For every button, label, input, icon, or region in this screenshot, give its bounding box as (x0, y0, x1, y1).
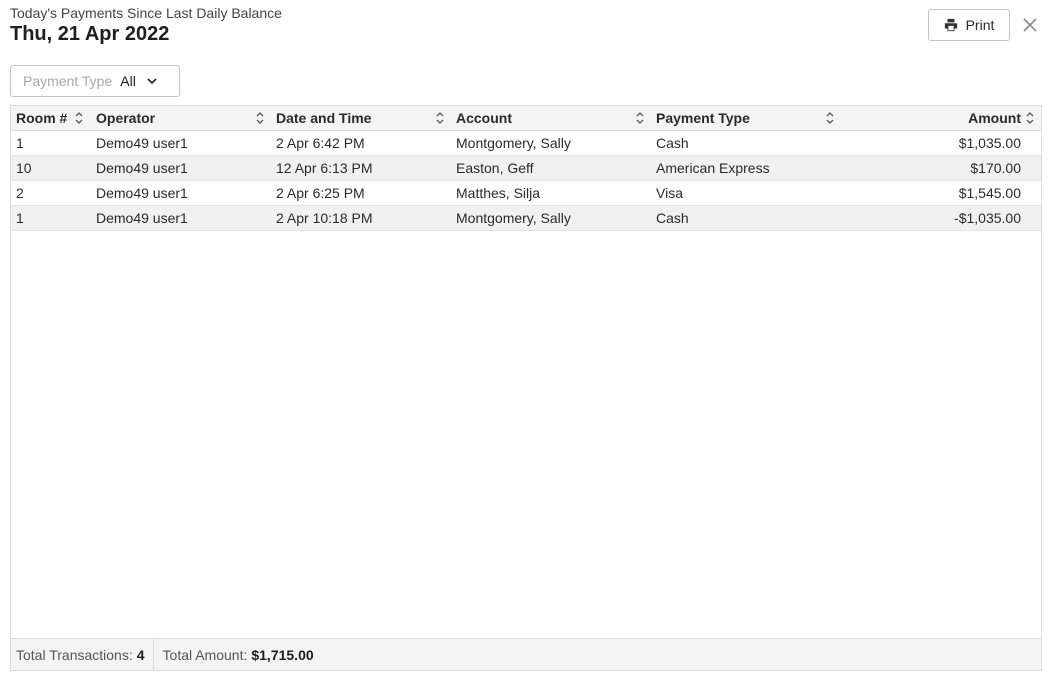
column-header-room[interactable]: Room # (11, 106, 91, 130)
cell-operator: Demo49 user1 (96, 135, 188, 151)
payment-type-filter[interactable]: Payment Type All (10, 65, 180, 97)
cell-room: 1 (16, 135, 24, 151)
payments-table: Room # Operator Date and Time Account Pa… (10, 105, 1042, 671)
cell-amount: $1,545.00 (958, 185, 1021, 201)
sort-icon (1026, 112, 1034, 124)
sort-icon (636, 112, 644, 124)
cell-operator: Demo49 user1 (96, 160, 188, 176)
cell-payment-type: Cash (656, 210, 689, 226)
cell-operator: Demo49 user1 (96, 210, 188, 226)
filter-label: Payment Type (23, 73, 113, 89)
column-header-payment-type[interactable]: Payment Type (651, 106, 841, 130)
cell-room: 2 (16, 185, 24, 201)
table-header: Room # Operator Date and Time Account Pa… (11, 106, 1041, 131)
total-transactions: Total Transactions: 4 (11, 639, 153, 670)
column-label: Account (456, 110, 512, 126)
column-label: Date and Time (276, 110, 372, 126)
total-transactions-label: Total Transactions: (16, 646, 133, 663)
column-label: Operator (96, 110, 156, 126)
print-label: Print (965, 17, 995, 33)
cell-room: 1 (16, 210, 24, 226)
cell-amount: $1,035.00 (958, 135, 1021, 151)
total-amount: Total Amount: $1,715.00 (152, 639, 322, 670)
sort-icon (256, 112, 264, 124)
table-footer: Total Transactions: 4 Total Amount: $1,7… (11, 638, 1041, 670)
chevron-down-icon (147, 78, 157, 85)
cell-account: Montgomery, Sally (456, 135, 571, 151)
sort-icon (826, 112, 834, 124)
cell-payment-type: Cash (656, 135, 689, 151)
column-header-amount[interactable]: Amount (841, 106, 1041, 130)
header: Today's Payments Since Last Daily Balanc… (10, 6, 282, 45)
cell-datetime: 2 Apr 10:18 PM (276, 210, 373, 226)
column-label: Payment Type (656, 110, 750, 126)
table-row[interactable]: 2 Demo49 user1 2 Apr 6:25 PM Matthes, Si… (11, 181, 1041, 206)
cell-payment-type: American Express (656, 160, 770, 176)
total-amount-label: Total Amount: (162, 646, 248, 663)
print-button[interactable]: Print (928, 9, 1010, 41)
close-button[interactable] (1020, 15, 1040, 35)
page-title: Thu, 21 Apr 2022 (10, 23, 170, 45)
cell-operator: Demo49 user1 (96, 185, 188, 201)
cell-account: Matthes, Silja (456, 185, 541, 201)
cell-account: Montgomery, Sally (456, 210, 571, 226)
column-label: Room # (16, 110, 68, 126)
cell-payment-type: Visa (656, 185, 683, 201)
cell-datetime: 12 Apr 6:13 PM (276, 160, 373, 176)
cell-account: Easton, Geff (456, 160, 534, 176)
total-amount-value: $1,715.00 (251, 646, 314, 663)
table-row[interactable]: 10 Demo49 user1 12 Apr 6:13 PM Easton, G… (11, 156, 1041, 181)
sort-icon (436, 112, 444, 124)
table-row[interactable]: 1 Demo49 user1 2 Apr 6:42 PM Montgomery,… (11, 131, 1041, 156)
printer-icon (944, 18, 958, 32)
page-subtitle: Today's Payments Since Last Daily Balanc… (10, 5, 282, 21)
column-header-date[interactable]: Date and Time (271, 106, 451, 130)
cell-amount: -$1,035.00 (954, 210, 1021, 226)
total-transactions-value: 4 (136, 646, 145, 663)
close-icon (1023, 18, 1037, 32)
filter-value: All (120, 73, 136, 89)
sort-icon (75, 112, 83, 124)
column-label: Amount (968, 110, 1021, 126)
cell-amount: $170.00 (970, 160, 1021, 176)
cell-datetime: 2 Apr 6:25 PM (276, 185, 365, 201)
cell-room: 10 (16, 160, 32, 176)
table-row[interactable]: 1 Demo49 user1 2 Apr 10:18 PM Montgomery… (11, 206, 1041, 231)
column-header-operator[interactable]: Operator (91, 106, 271, 130)
cell-datetime: 2 Apr 6:42 PM (276, 135, 365, 151)
column-header-account[interactable]: Account (451, 106, 651, 130)
